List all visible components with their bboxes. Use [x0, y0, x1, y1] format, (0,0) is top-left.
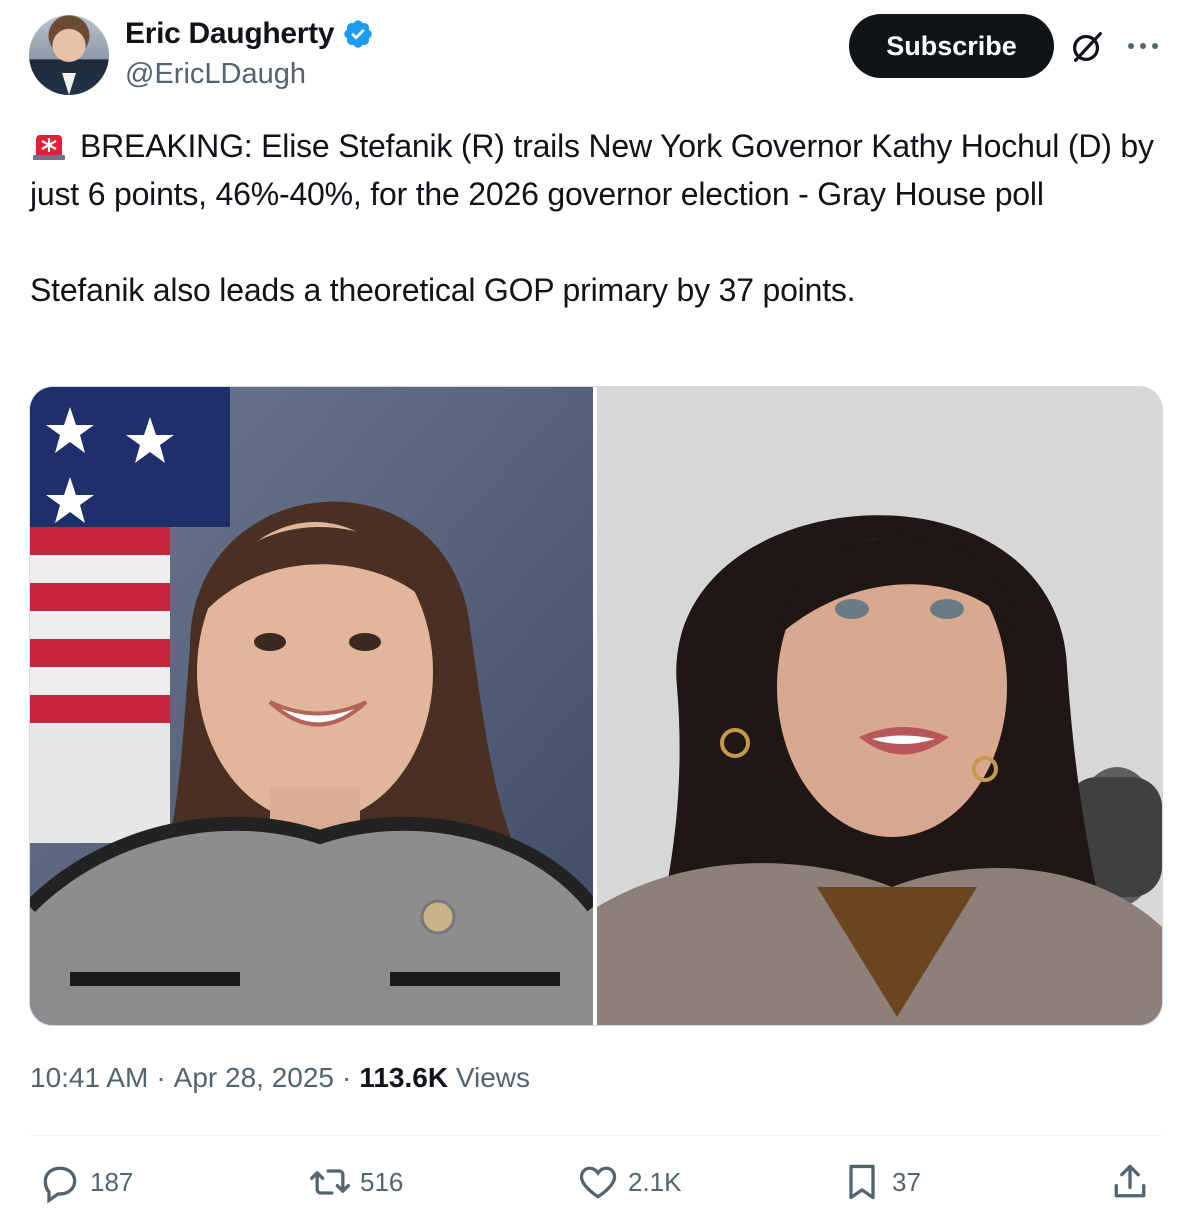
reply-count: 187 — [90, 1166, 134, 1197]
photo-stefanik[interactable] — [30, 387, 593, 1025]
verified-badge-icon — [344, 20, 372, 48]
reply-icon — [43, 1166, 77, 1204]
bookmark-icon — [849, 1164, 875, 1200]
action-bar: 187 516 2.1K 37 — [0, 1160, 1194, 1210]
tweet-date[interactable]: Apr 28, 2025 — [174, 1062, 334, 1094]
meta-separator: · — [156, 1062, 166, 1093]
divider — [30, 1135, 1161, 1136]
reply-button[interactable]: 187 — [38, 1160, 133, 1204]
repost-icon — [310, 1169, 350, 1195]
more-icon[interactable] — [1126, 36, 1160, 56]
photo-stefanik-image — [30, 387, 593, 1025]
repost-button[interactable]: 516 — [308, 1160, 403, 1204]
author-name[interactable]: Eric Daugherty — [125, 17, 374, 51]
bookmark-count: 37 — [892, 1166, 921, 1197]
views-label: Views — [455, 1062, 531, 1093]
repost-count: 516 — [360, 1166, 404, 1197]
share-button[interactable] — [1108, 1160, 1152, 1204]
like-count: 2.1K — [628, 1166, 682, 1197]
tweet-time[interactable]: 10:41 AM — [30, 1062, 148, 1094]
subscribe-button[interactable]: Subscribe — [849, 14, 1054, 78]
grok-icon[interactable] — [1068, 28, 1106, 66]
tweet-text: BREAKING: Elise Stefanik (R) trails New … — [30, 122, 1160, 314]
like-button[interactable]: 2.1K — [576, 1160, 682, 1204]
tweet-line-1: BREAKING: Elise Stefanik (R) trails New … — [30, 128, 1154, 212]
photo-hochul-image — [597, 387, 1162, 1025]
media-grid[interactable] — [29, 386, 1163, 1026]
tweet-paragraph-1: BREAKING: Elise Stefanik (R) trails New … — [30, 122, 1160, 218]
like-icon — [579, 1166, 617, 1199]
tweet-paragraph-2: Stefanik also leads a theoretical GOP pr… — [30, 272, 856, 308]
author-name-text[interactable]: Eric Daugherty — [125, 17, 335, 51]
avatar[interactable] — [29, 15, 109, 95]
views[interactable]: 113.6K Views — [359, 1062, 530, 1094]
siren-icon — [33, 135, 65, 160]
meta-separator: · — [341, 1062, 352, 1093]
bookmark-button[interactable]: 37 — [840, 1160, 921, 1204]
tweet-meta: 10:41 AM · Apr 28, 2025 · 113.6K Views — [30, 1062, 530, 1094]
views-count: 113.6K — [359, 1062, 449, 1093]
author-handle[interactable]: @EricLDaugh — [125, 58, 306, 91]
photo-hochul[interactable] — [597, 387, 1162, 1025]
share-icon — [1114, 1164, 1146, 1198]
